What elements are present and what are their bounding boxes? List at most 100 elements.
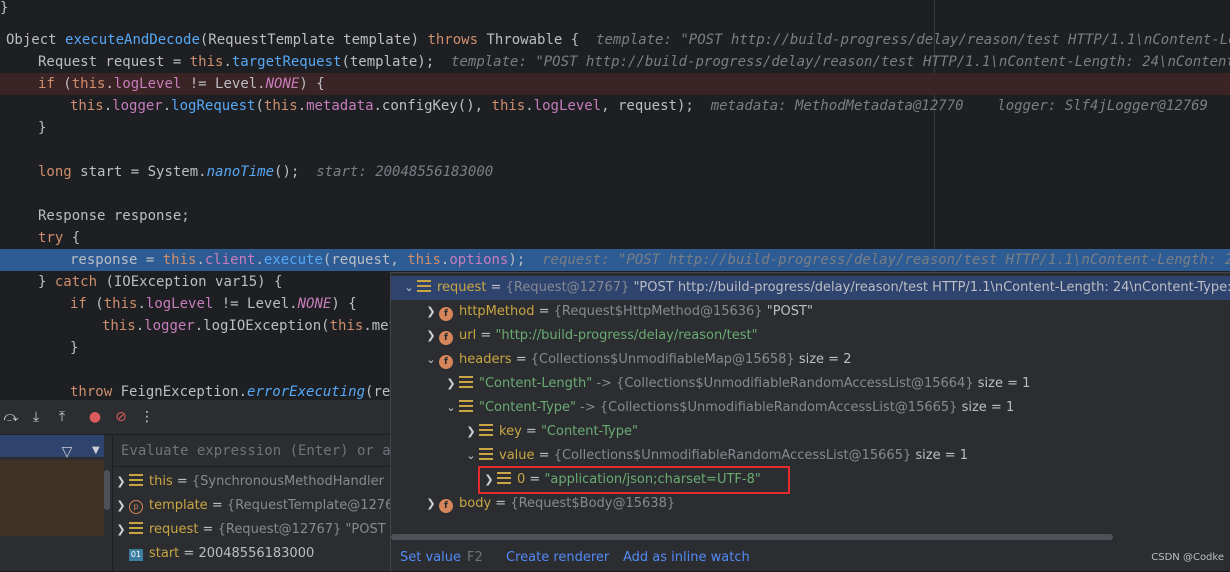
inline-hint: template: "POST http://build-progress/de…: [451, 54, 1230, 70]
code-line-3-breakpoint[interactable]: if (this.logLevel != Level.NONE) {: [0, 73, 1230, 95]
create-renderer-link[interactable]: Create renderer: [506, 544, 609, 572]
entry-icon: [479, 448, 493, 460]
inline-hint: request: "POST http://build-progress/del…: [542, 252, 1230, 268]
step-over-icon[interactable]: ⤼: [2, 408, 20, 426]
code-line-10[interactable]: try {: [0, 227, 1230, 249]
field: logger: [112, 98, 163, 114]
inline-hint: template: "POST http://build-progress/de…: [596, 32, 1230, 48]
code-line-1[interactable]: Object executeAndDecode(RequestTemplate …: [0, 29, 1230, 51]
code-line-7[interactable]: long start = System.nanoTime(); start: 2…: [0, 161, 1230, 183]
field: NONE: [297, 296, 332, 312]
token: != Level.: [181, 76, 266, 92]
object-icon: [129, 522, 143, 534]
token: (RequestTemplate template): [199, 32, 428, 48]
frames-scrollbar[interactable]: [104, 470, 110, 510]
token: {: [71, 230, 81, 246]
variable-this[interactable]: ❯ this = {SynchronousMethodHandler: [113, 470, 384, 494]
keyword: this: [103, 296, 138, 312]
tree-row-headers[interactable]: ⌄ f headers = {Collections$UnmodifiableMap…: [391, 348, 1230, 372]
method-name: execute: [263, 252, 323, 268]
field: options: [449, 252, 509, 268]
add-inline-watch-link[interactable]: Add as inline watch: [623, 544, 750, 572]
watermark: CSDN @Codke: [1151, 552, 1224, 563]
keyword: this: [70, 98, 104, 114]
keyword: if: [70, 296, 96, 312]
code-line-11-execution-point[interactable]: response = this.client.execute(request, …: [0, 249, 1230, 271]
library-frames[interactable]: [0, 460, 104, 536]
field-icon: f: [439, 355, 453, 369]
filter-icon[interactable]: ▽: [58, 444, 76, 462]
chevron-down-icon[interactable]: ⌄: [463, 444, 479, 468]
chevron-down-icon[interactable]: ⌄: [423, 348, 439, 372]
variable-request[interactable]: ❯ request = {Request@12767} "POST: [113, 518, 386, 542]
field-icon: f: [439, 499, 453, 513]
token: Request request =: [38, 54, 190, 70]
token: (: [255, 98, 264, 114]
token: .: [103, 98, 113, 114]
token: (request,: [322, 252, 408, 268]
selected-frame[interactable]: [0, 435, 104, 457]
object-icon: [417, 280, 431, 292]
step-out-icon[interactable]: ⤒: [53, 408, 71, 426]
token: .: [196, 252, 205, 268]
token: != Level.: [213, 296, 298, 312]
chevron-right-icon[interactable]: ❯: [423, 300, 439, 324]
tree-row-httpMethod[interactable]: ❯ f httpMethod = {Request$HttpMethod@15636…: [391, 300, 1230, 324]
chevron-down-icon[interactable]: ⌄: [401, 276, 417, 300]
tree-row-url[interactable]: ❯ f url = "http://build-progress/delay/rea…: [391, 324, 1230, 348]
more-options-icon[interactable]: ⋮: [138, 408, 156, 426]
object-icon: [129, 474, 143, 486]
token: Response response;: [38, 208, 190, 224]
code-line-5[interactable]: }: [0, 117, 1230, 139]
horizontal-scrollbar[interactable]: [391, 534, 1113, 540]
method-name: executeAndDecode: [65, 32, 200, 48]
token: response =: [70, 252, 163, 268]
code-line-9[interactable]: Response response;: [0, 205, 1230, 227]
keyword: this: [71, 76, 106, 92]
token: .: [297, 98, 307, 114]
chevron-down-icon[interactable]: ▼: [92, 445, 100, 456]
inline-hint: metadata: MethodMetadata@12770 logger: S…: [710, 98, 1208, 114]
set-value-shortcut: F2: [467, 550, 483, 565]
tree-row-content-type[interactable]: ⌄ "Content-Type" -> {Collections$Unmodifi…: [391, 396, 1230, 420]
tree-row-request[interactable]: ⌄ request = {Request@12767} "POST http://…: [391, 276, 1230, 300]
field-icon: f: [439, 331, 453, 345]
chevron-down-icon[interactable]: ⌄: [443, 396, 459, 420]
chevron-right-icon[interactable]: ❯: [423, 324, 439, 348]
keyword: this: [329, 318, 364, 334]
method-name: errorExecuting: [247, 384, 366, 400]
code-line-4[interactable]: this.logger.logRequest(this.metadata.con…: [0, 95, 1230, 117]
variable-start[interactable]: 01 start = 20048556183000: [113, 542, 314, 566]
token: .: [525, 98, 534, 114]
chevron-right-icon[interactable]: ❯: [423, 492, 439, 516]
token: .logIOException(: [194, 318, 330, 334]
chevron-right-icon[interactable]: ❯: [113, 518, 129, 542]
token: }: [38, 120, 47, 136]
chevron-right-icon[interactable]: ❯: [113, 470, 129, 494]
field: client: [204, 252, 256, 268]
view-breakpoints-icon[interactable]: ●: [86, 408, 104, 426]
tree-row-body[interactable]: ❯ f body = {Request$Body@15638}: [391, 492, 1230, 516]
highlight-box: [478, 466, 790, 494]
tree-row-content-length[interactable]: ❯ "Content-Length" -> {Collections$Unmodi…: [391, 372, 1230, 396]
mute-breakpoints-icon[interactable]: ⊘: [112, 408, 130, 426]
method-name: nanoTime: [206, 164, 275, 180]
keyword: this: [102, 318, 136, 334]
method-name: logRequest: [171, 98, 256, 114]
chevron-right-icon[interactable]: ❯: [463, 420, 479, 444]
set-value-link[interactable]: Set value: [400, 544, 461, 572]
chevron-right-icon[interactable]: ❯: [443, 372, 459, 396]
token: ) {: [299, 76, 325, 92]
keyword: catch: [54, 274, 106, 290]
variable-inspector-popup[interactable]: ⌄ request = {Request@12767} "POST http://…: [390, 272, 1230, 571]
keyword: throw: [70, 384, 121, 400]
chevron-right-icon[interactable]: ❯: [113, 494, 129, 518]
variable-template[interactable]: ❯ p template = {RequestTemplate@1276: [113, 494, 393, 518]
keyword: throws: [427, 32, 487, 48]
tree-row-key[interactable]: ❯ key = "Content-Type": [391, 420, 1230, 444]
tree-row-value[interactable]: ⌄ value = {Collections$UnmodifiableRandom…: [391, 444, 1230, 468]
evaluate-expression-input[interactable]: Evaluate expression (Enter) or add: [113, 435, 390, 467]
code-line-2[interactable]: Request request = this.targetRequest(tem…: [0, 51, 1230, 73]
step-into-icon[interactable]: ⤓: [27, 408, 45, 426]
token: .: [255, 252, 264, 268]
